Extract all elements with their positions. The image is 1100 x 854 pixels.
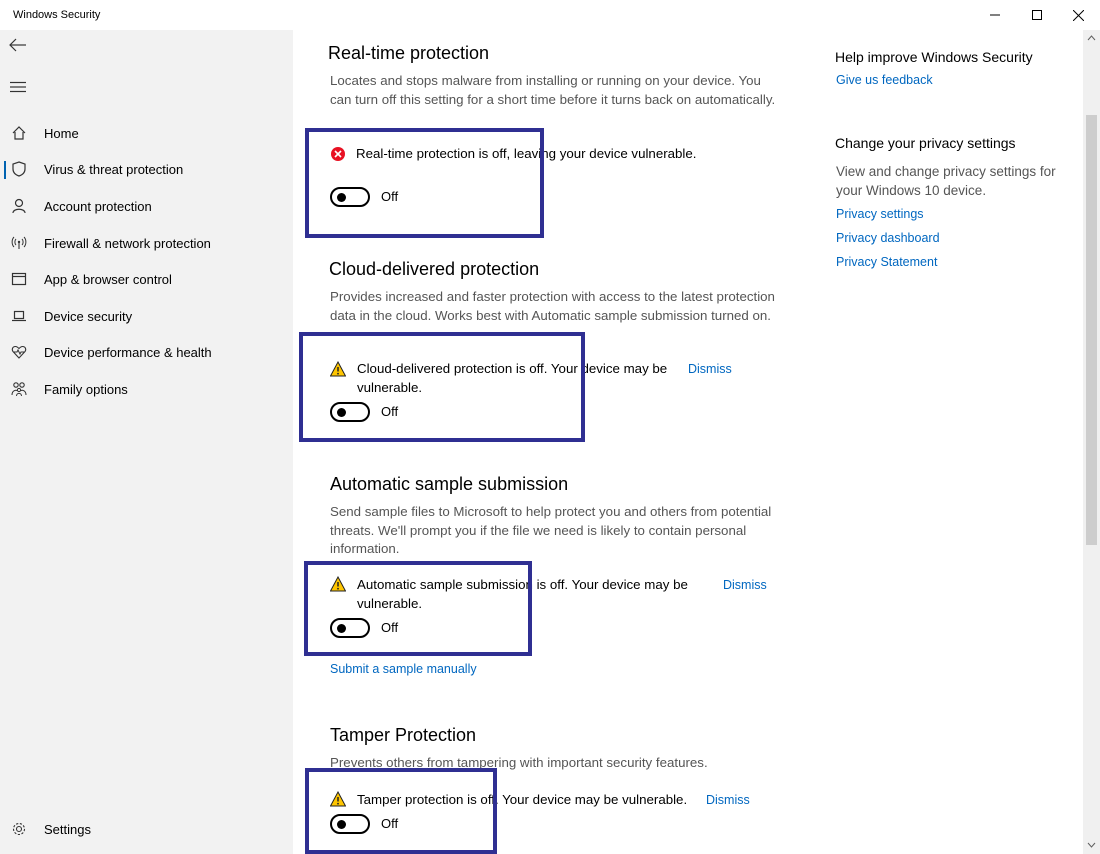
sidebar-item-label: Settings: [44, 821, 91, 837]
sidebar-item-label: Account protection: [44, 198, 152, 214]
minimize-icon: [990, 14, 1000, 16]
maximize-icon: [1032, 10, 1042, 20]
sidebar-item-label: App & browser control: [44, 271, 172, 287]
vertical-scrollbar[interactable]: [1083, 30, 1100, 854]
scroll-up-arrow[interactable]: [1086, 33, 1097, 43]
realtime-description: Locates and stops malware from installin…: [330, 73, 776, 107]
privacy-settings-link[interactable]: Privacy settings: [836, 207, 924, 221]
close-icon: [1072, 9, 1084, 21]
laptop-icon: [10, 307, 28, 325]
scroll-thumb[interactable]: [1086, 115, 1097, 545]
home-icon: [10, 124, 28, 142]
sidebar: Home Virus & threat protection Account p…: [0, 30, 293, 854]
main-content: Real-time protection Locates and stops m…: [293, 30, 1083, 854]
sample-section-title: Automatic sample submission: [330, 474, 569, 494]
sample-description: Send sample files to Microsoft to help p…: [330, 504, 772, 556]
maximize-button[interactable]: [1022, 4, 1052, 26]
sidebar-item-family-options[interactable]: Family options: [0, 371, 293, 407]
submit-sample-link[interactable]: Submit a sample manually: [330, 662, 477, 676]
realtime-section-title: Real-time protection: [328, 43, 490, 63]
sidebar-item-app-browser-control[interactable]: App & browser control: [0, 261, 293, 297]
app-title: Windows Security: [13, 9, 101, 21]
sidebar-item-firewall-network-protection[interactable]: Firewall & network protection: [0, 225, 293, 261]
tamper-section-title: Tamper Protection: [330, 725, 477, 745]
hamburger-menu-button[interactable]: [10, 80, 28, 96]
person-icon: [10, 197, 28, 215]
gear-icon: [10, 820, 28, 838]
highlight-box: [305, 768, 497, 854]
wifi-antenna-icon: [10, 234, 28, 252]
privacy-heading: Change your privacy settings: [835, 135, 1016, 151]
active-indicator: [4, 161, 6, 179]
privacy-description: View and change privacy settings for you…: [836, 164, 1056, 198]
sidebar-item-label: Home: [44, 125, 79, 141]
sidebar-item-label: Device security: [44, 308, 133, 324]
sidebar-item-home[interactable]: Home: [0, 115, 293, 151]
chevron-up-icon: [1087, 35, 1096, 41]
feedback-link[interactable]: Give us feedback: [836, 73, 933, 87]
sample-dismiss-link[interactable]: Dismiss: [723, 578, 767, 592]
browser-window-icon: [10, 270, 28, 288]
highlight-box: [304, 561, 532, 656]
privacy-statement-link[interactable]: Privacy Statement: [836, 255, 937, 269]
highlight-box: [305, 128, 544, 238]
minimize-button[interactable]: [980, 4, 1010, 26]
close-button[interactable]: [1063, 4, 1093, 26]
heart-pulse-icon: [10, 343, 28, 361]
cloud-description: Provides increased and faster protection…: [330, 289, 775, 323]
chevron-down-icon: [1087, 842, 1096, 848]
scroll-down-arrow[interactable]: [1086, 840, 1097, 850]
shield-icon: [10, 160, 28, 178]
sidebar-item-virus-threat-protection[interactable]: Virus & threat protection: [0, 151, 293, 187]
highlight-box: [299, 332, 585, 442]
sidebar-item-account-protection[interactable]: Account protection: [0, 188, 293, 224]
hamburger-icon: [10, 81, 26, 93]
cloud-dismiss-link[interactable]: Dismiss: [688, 362, 732, 376]
title-bar: Windows Security: [0, 0, 1100, 30]
sidebar-item-device-security[interactable]: Device security: [0, 298, 293, 334]
back-arrow-icon: [9, 38, 26, 52]
sidebar-item-device-performance-health[interactable]: Device performance & health: [0, 334, 293, 370]
family-icon: [10, 380, 28, 398]
sidebar-item-label: Firewall & network protection: [44, 235, 211, 251]
help-improve-heading: Help improve Windows Security: [835, 49, 1033, 65]
sidebar-item-settings[interactable]: Settings: [0, 811, 293, 847]
cloud-section-title: Cloud-delivered protection: [329, 259, 540, 279]
sidebar-item-label: Virus & threat protection: [44, 161, 184, 177]
sidebar-item-label: Family options: [44, 381, 128, 397]
privacy-dashboard-link[interactable]: Privacy dashboard: [836, 231, 940, 245]
back-button[interactable]: [9, 38, 31, 58]
tamper-dismiss-link[interactable]: Dismiss: [706, 793, 750, 807]
sidebar-item-label: Device performance & health: [44, 344, 212, 360]
